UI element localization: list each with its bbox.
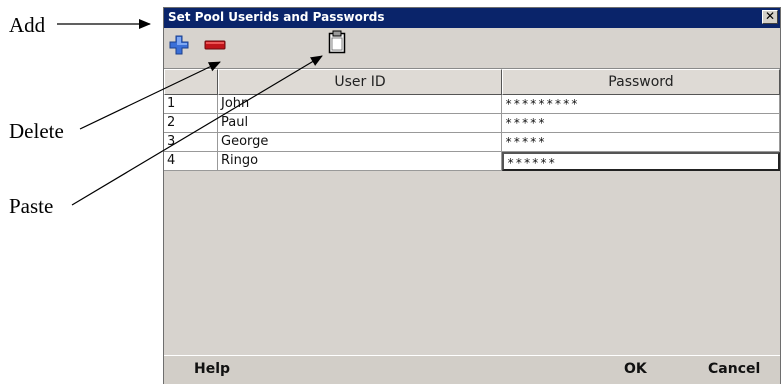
password-column-header[interactable]: Password xyxy=(502,69,780,95)
toolbar xyxy=(164,28,780,66)
callout-paste-label: Paste xyxy=(9,194,54,218)
table-row[interactable]: 4 Ringo ****** xyxy=(164,152,780,171)
userid-cell[interactable]: George xyxy=(218,133,502,152)
clipboard-icon xyxy=(328,30,346,54)
title-bar[interactable]: Set Pool Userids and Passwords ✕ xyxy=(164,8,780,28)
delete-button[interactable] xyxy=(202,32,228,58)
close-button[interactable]: ✕ xyxy=(762,10,778,24)
table-row[interactable]: 2 Paul ***** xyxy=(164,114,780,133)
password-cell-editing[interactable]: ****** xyxy=(502,152,780,171)
userid-cell[interactable]: Ringo xyxy=(218,152,502,171)
cancel-button[interactable]: Cancel xyxy=(708,361,760,377)
plus-icon xyxy=(169,35,189,55)
row-number-cell: 2 xyxy=(164,114,218,133)
callout-add-label: Add xyxy=(9,13,46,37)
close-icon: ✕ xyxy=(764,9,776,23)
table-row[interactable]: 1 John ********* xyxy=(164,95,780,114)
ok-button[interactable]: OK xyxy=(624,361,647,377)
button-bar: Help OK Cancel xyxy=(164,355,780,384)
userid-password-table: User ID Password 1 John ********* 2 Paul… xyxy=(164,68,780,355)
add-button[interactable] xyxy=(166,32,192,58)
password-cell[interactable]: ********* xyxy=(502,95,780,114)
row-number-header xyxy=(164,69,218,95)
paste-button[interactable] xyxy=(324,29,350,55)
row-number-cell: 3 xyxy=(164,133,218,152)
table-row[interactable]: 3 George ***** xyxy=(164,133,780,152)
row-number-cell: 4 xyxy=(164,152,218,171)
password-cell[interactable]: ***** xyxy=(502,133,780,152)
password-cell[interactable]: ***** xyxy=(502,114,780,133)
userid-cell[interactable]: Paul xyxy=(218,114,502,133)
dialog-title: Set Pool Userids and Passwords xyxy=(168,10,385,24)
minus-icon xyxy=(204,40,226,50)
callout-delete-label: Delete xyxy=(9,119,64,143)
dialog-window: Set Pool Userids and Passwords ✕ User ID… xyxy=(163,7,781,384)
userid-column-header[interactable]: User ID xyxy=(218,69,502,95)
row-number-cell: 1 xyxy=(164,95,218,114)
help-button[interactable]: Help xyxy=(194,361,230,377)
userid-cell[interactable]: John xyxy=(218,95,502,114)
